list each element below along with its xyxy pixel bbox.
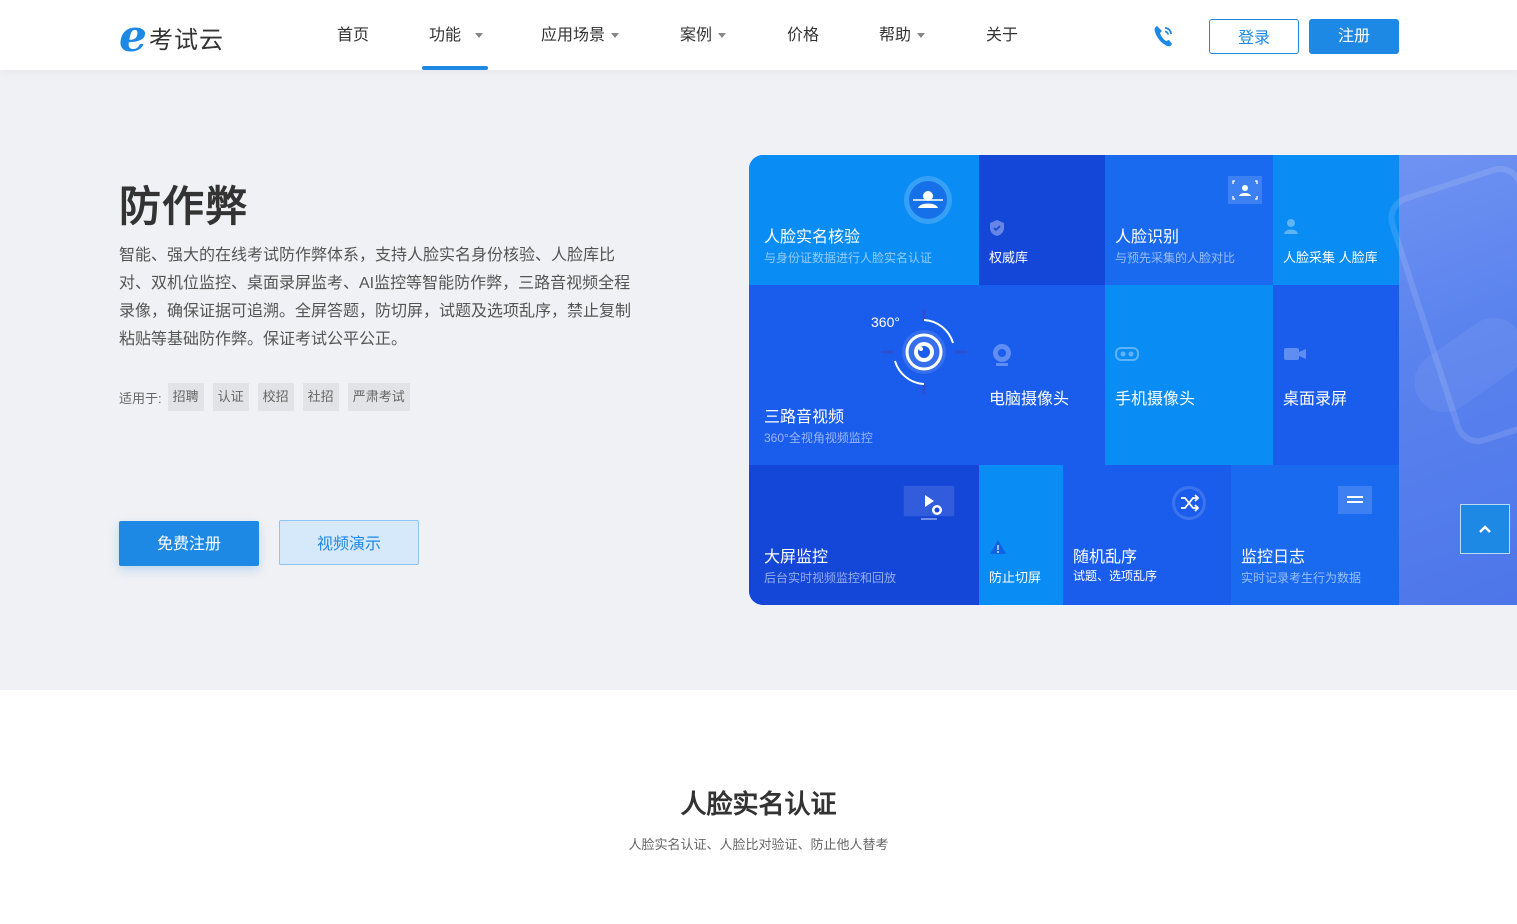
tile-anti-switch[interactable]: 防止切屏 <box>979 465 1063 605</box>
tags-label: 适用于: <box>119 390 162 406</box>
logo-letter: e <box>119 11 147 62</box>
tile-title: 桌面录屏 <box>1283 391 1348 408</box>
section-subtitle: 人脸实名认证、人脸比对验证、防止他人替考 <box>628 837 889 852</box>
nav-item-label: 功能 <box>429 27 462 44</box>
tile-desktop-record[interactable]: 桌面录屏 <box>1273 285 1399 465</box>
tag-item: 认证 <box>212 383 249 411</box>
tile-three-av[interactable]: 360° 三路音视频 360°全视角视频监控 <box>749 285 979 465</box>
video-demo-button[interactable]: 视频演示 <box>279 520 419 565</box>
nav-item-features[interactable]: 功能 <box>429 0 484 70</box>
nav-item-label: 价格 <box>787 27 820 44</box>
tile-title: 权威库 <box>989 250 1029 265</box>
tag-item: 社招 <box>302 383 339 411</box>
webcam-icon <box>993 344 1011 366</box>
nav-item-pricing[interactable]: 价格 <box>787 0 819 70</box>
nav-item-label: 首页 <box>337 27 370 44</box>
tile-subtitle: 360°全视角视频监控 <box>764 431 873 445</box>
tile-title: 随机乱序 <box>1073 549 1138 566</box>
chevron-down-icon <box>475 33 484 39</box>
tag-item: 校招 <box>257 383 294 411</box>
tile-authority-db[interactable]: 权威库 <box>979 155 1105 285</box>
top-header: e 考试云 首页 功能 应用场景 案例 价格 帮助 关于 登录 注册 <box>0 0 1517 70</box>
nav-active-indicator <box>422 66 488 70</box>
scroll-to-top-button[interactable] <box>1460 504 1510 554</box>
tile-title: 三路音视频 <box>764 409 845 426</box>
tile-title: 人脸识别 <box>1115 229 1180 246</box>
nav-item-label: 应用场景 <box>541 27 606 44</box>
nav-item-about[interactable]: 关于 <box>986 0 1018 70</box>
warning-icon <box>990 540 1006 554</box>
free-register-button[interactable]: 免费注册 <box>119 521 259 566</box>
monitor-play-icon <box>903 485 955 520</box>
log-list-icon <box>1338 486 1372 514</box>
tile-random-order[interactable]: 随机乱序 试题、选项乱序 <box>1063 465 1231 605</box>
tile-subtitle: 实时记录考生行为数据 <box>1241 571 1362 585</box>
tile-title: 电脑摄像头 <box>989 391 1070 408</box>
tile-monitor-log[interactable]: 监控日志 实时记录考生行为数据 <box>1231 465 1399 605</box>
nav-item-cases[interactable]: 案例 <box>680 0 727 70</box>
tile-title: 人脸实名核验 <box>764 229 861 246</box>
brand-logo[interactable]: e 考试云 <box>119 11 224 62</box>
tile-face-verify[interactable]: 人脸实名核验 与身份证数据进行人脸实名认证 <box>749 155 979 285</box>
face-scan-icon <box>904 176 952 224</box>
tile-subtitle: 试题、选项乱序 <box>1073 569 1158 583</box>
nav-item-label: 关于 <box>986 27 1019 44</box>
tile-title: 防止切屏 <box>989 570 1042 585</box>
chevron-down-icon <box>718 33 727 39</box>
nav-item-label: 帮助 <box>879 27 912 44</box>
tile-title: 人脸采集 人脸库 <box>1283 250 1378 265</box>
tag-item: 严肃考试 <box>347 383 410 411</box>
tile-face-recognize[interactable]: 人脸识别 与预先采集的人脸对比 <box>1105 155 1273 285</box>
tag-item: 招聘 <box>167 383 204 411</box>
nav-item-scenarios[interactable]: 应用场景 <box>541 0 620 70</box>
shuffle-icon <box>1172 486 1206 520</box>
panorama-camera-icon <box>881 309 967 395</box>
brand-name: 考试云 <box>149 26 224 54</box>
chevron-down-icon <box>611 33 620 39</box>
mobile-camera-icon <box>1115 347 1139 361</box>
face-frame-icon <box>1228 176 1262 204</box>
chevron-down-icon <box>917 33 926 39</box>
nav-item-label: 案例 <box>680 27 713 44</box>
tile-phone-camera[interactable]: 手机摄像头 <box>1105 285 1273 465</box>
tile-subtitle: 后台实时视频监控和回放 <box>764 571 897 585</box>
chevron-up-icon <box>1479 525 1491 533</box>
hero-description: 智能、强大的在线考试防作弊体系，支持人脸实名身份核验、人脸库比对、双机位监控、桌… <box>119 247 632 348</box>
feature-grid: 人脸实名核验 与身份证数据进行人脸实名认证 权威库 人脸识别 与预先采集的人脸对… <box>749 155 1517 605</box>
shield-icon <box>990 220 1004 236</box>
user-icon <box>1284 219 1298 234</box>
nav-item-home[interactable]: 首页 <box>337 0 369 70</box>
tile-subtitle: 与预先采集的人脸对比 <box>1115 251 1236 265</box>
register-button[interactable]: 注册 <box>1309 19 1399 54</box>
video-camera-icon <box>1284 348 1306 360</box>
tile-title: 大屏监控 <box>764 549 829 566</box>
tile-face-collect[interactable]: 人脸采集 人脸库 <box>1273 155 1399 285</box>
section-title: 人脸实名认证 <box>680 789 837 819</box>
tile-big-screen[interactable]: 大屏监控 后台实时视频监控和回放 <box>749 465 979 605</box>
tile-title: 监控日志 <box>1241 549 1306 566</box>
tile-subtitle: 与身份证数据进行人脸实名认证 <box>764 251 933 265</box>
tile-pc-camera[interactable]: 电脑摄像头 <box>979 285 1105 465</box>
phone-icon[interactable] <box>1152 24 1174 48</box>
nav-item-help[interactable]: 帮助 <box>879 0 926 70</box>
tile-title: 手机摄像头 <box>1115 391 1196 408</box>
login-button[interactable]: 登录 <box>1209 19 1299 54</box>
hero-title: 防作弊 <box>119 183 249 230</box>
applicable-tags: 适用于: 招聘 认证 校招 社招 严肃考试 <box>119 383 419 411</box>
